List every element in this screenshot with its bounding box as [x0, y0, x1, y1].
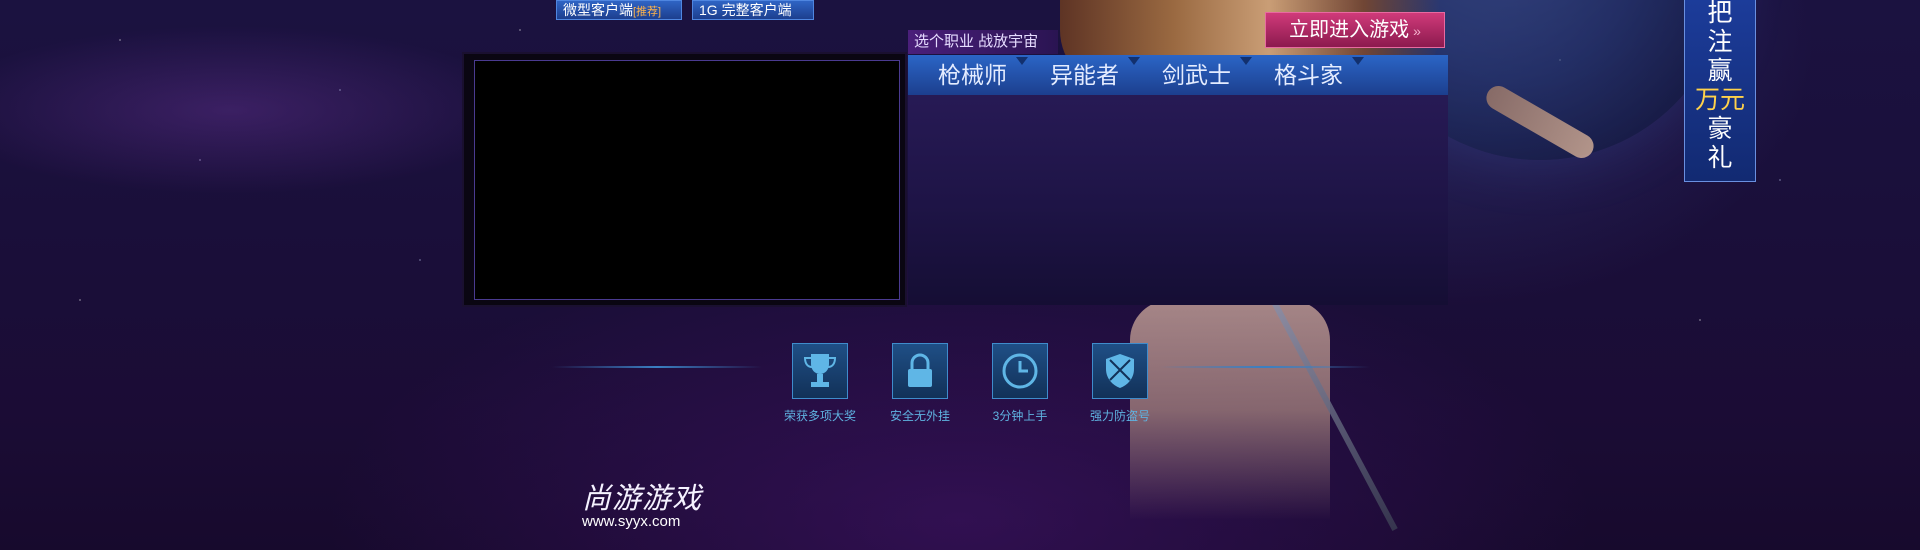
feature-list: 荣获多项大奖 安全无外挂 3分钟上手 强力防盗号 — [780, 343, 1160, 423]
tab-swordsman[interactable]: 剑武士 — [1148, 55, 1260, 95]
side-prize-banner[interactable]: 把 注 赢 万元 豪 礼 — [1684, 0, 1756, 182]
video-player[interactable] — [474, 60, 900, 300]
enter-game-button[interactable]: 立即进入游戏» — [1265, 12, 1445, 48]
syyx-logo[interactable]: 尚游游戏 www.syyx.com — [582, 475, 702, 530]
feature-item: 强力防盗号 — [1080, 343, 1160, 424]
logo-name: 尚游游戏 — [582, 481, 703, 515]
clock-icon — [992, 343, 1048, 399]
tab-gunner[interactable]: 枪械师 — [924, 55, 1036, 95]
feature-divider-right — [1160, 366, 1370, 368]
tab-fighter[interactable]: 格斗家 — [1260, 55, 1372, 95]
banner-line: 赢 — [1707, 57, 1733, 85]
feature-item: 3分钟上手 — [980, 343, 1060, 424]
full-client-download-link[interactable]: 1G 完整客户端 — [692, 0, 814, 20]
feature-item: 荣获多项大奖 — [780, 343, 860, 424]
banner-line: 豪 — [1707, 115, 1733, 143]
feature-label: 荣获多项大奖 — [783, 409, 856, 423]
feature-item: 安全无外挂 — [880, 343, 960, 424]
lock-icon — [892, 343, 948, 399]
class-tabs: 枪械师 异能者 剑武士 格斗家 — [908, 55, 1448, 95]
banner-money: 万元 — [1694, 86, 1745, 114]
micro-client-label: 微型客户端 — [563, 2, 633, 18]
feature-label: 强力防盗号 — [1089, 409, 1150, 423]
character-legs — [1130, 300, 1330, 520]
enter-game-label: 立即进入游戏 — [1289, 19, 1410, 41]
banner-line: 注 — [1707, 28, 1733, 56]
trophy-icon — [792, 343, 848, 399]
banner-line: 把 — [1707, 0, 1733, 27]
banner-line: 礼 — [1707, 144, 1733, 172]
feature-label: 安全无外挂 — [889, 409, 950, 423]
class-selection-panel: 枪械师 异能者 剑武士 格斗家 — [908, 55, 1448, 305]
feature-divider-left — [552, 366, 762, 368]
double-chevron-right-icon: » — [1413, 23, 1421, 39]
video-player-frame — [462, 52, 907, 307]
full-client-label: 1G 完整客户端 — [699, 2, 792, 18]
micro-client-download-link[interactable]: 微型客户端[推荐] — [556, 0, 682, 20]
shield-icon — [1092, 343, 1148, 399]
class-panel-tagline: 选个职业 战放宇宙 — [908, 30, 1058, 54]
recommended-tag: [推荐] — [633, 6, 662, 18]
feature-label: 3分钟上手 — [992, 409, 1048, 423]
tab-psychic[interactable]: 异能者 — [1036, 55, 1148, 95]
